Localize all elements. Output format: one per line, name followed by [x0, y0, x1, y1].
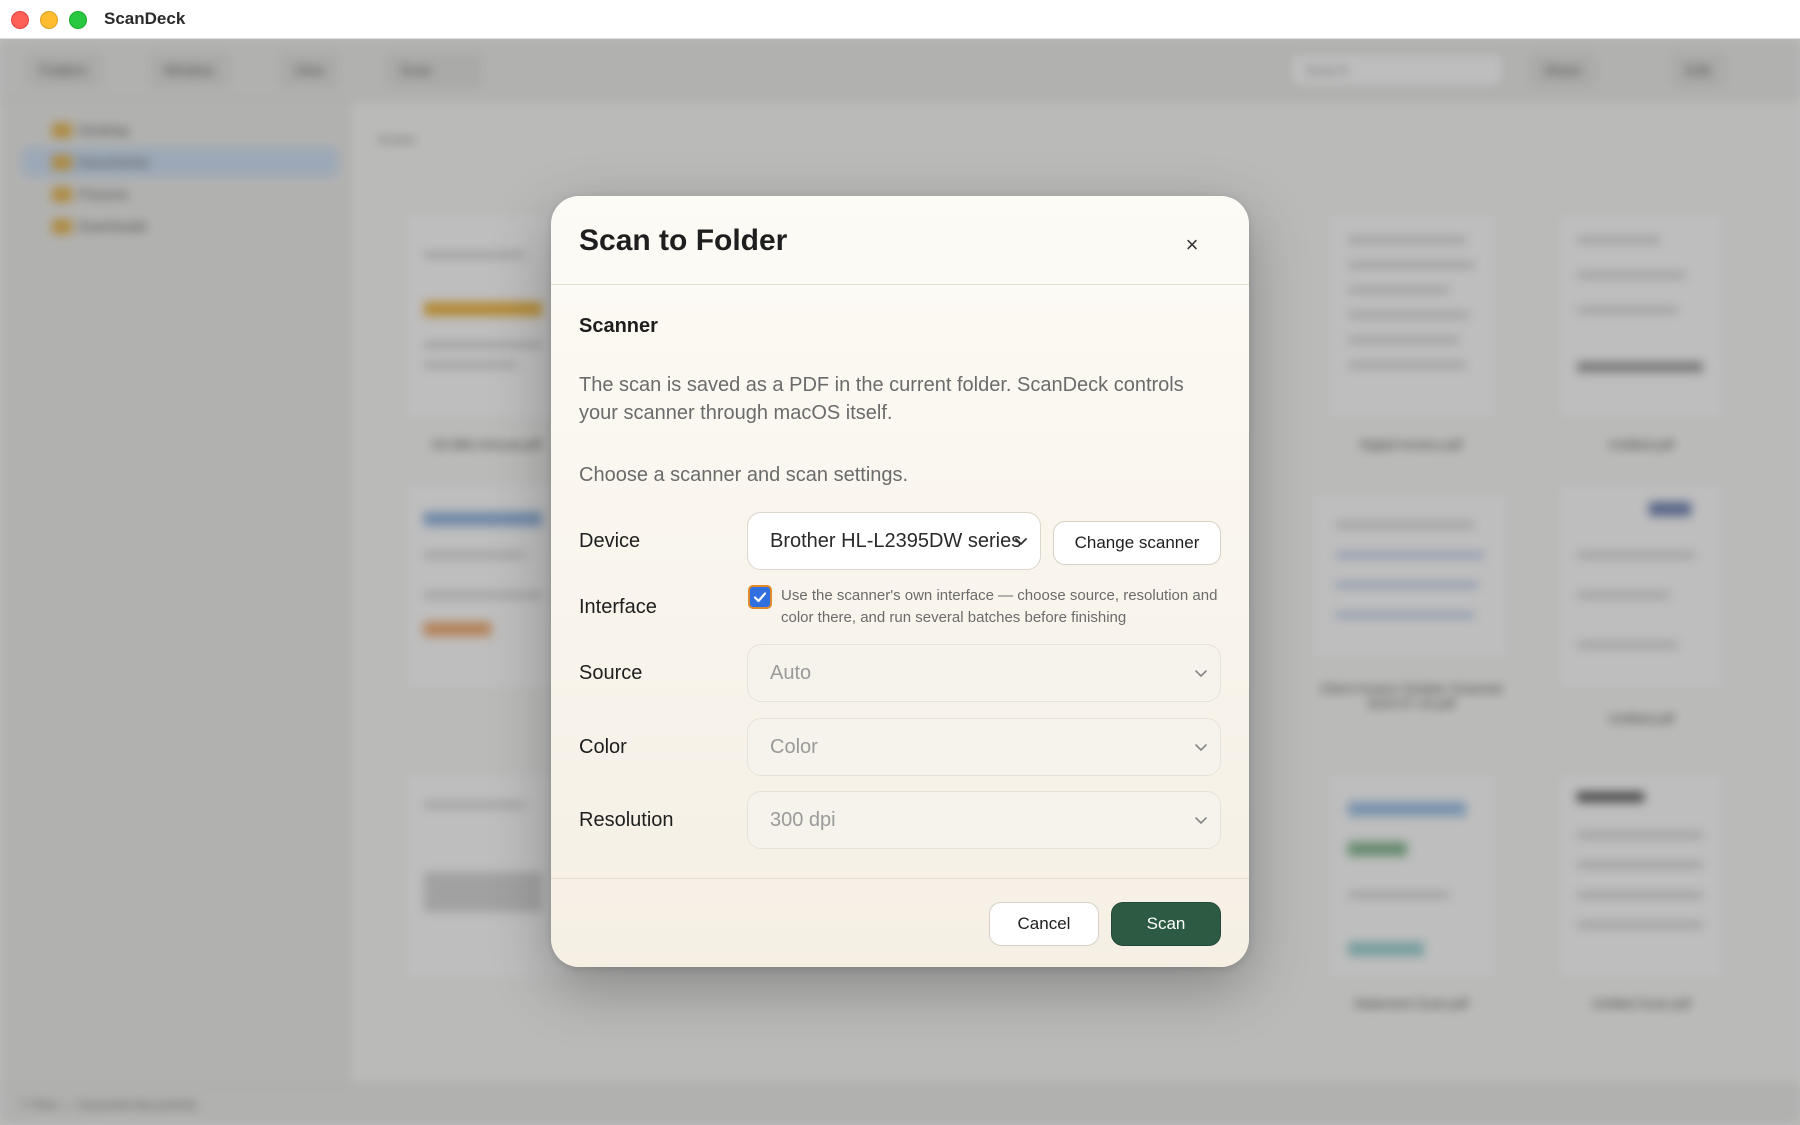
dialog-description: The scan is saved as a PDF in the curren… — [579, 374, 1184, 424]
interface-label: Interface — [579, 596, 657, 618]
chevron-down-icon — [1015, 538, 1027, 545]
device-select[interactable]: Brother HL-L2395DW series — [747, 512, 1041, 570]
cancel-button[interactable]: Cancel — [989, 902, 1099, 946]
source-select[interactable]: Auto — [747, 644, 1221, 702]
window-titlebar: ScanDeck — [0, 0, 1800, 39]
resolution-label: Resolution — [579, 809, 674, 831]
resolution-select[interactable]: 300 dpi — [747, 791, 1221, 849]
change-scanner-button[interactable]: Change scanner — [1053, 521, 1221, 565]
chevron-down-icon — [1195, 817, 1207, 824]
footer-divider — [551, 878, 1249, 879]
chevron-down-icon — [1195, 670, 1207, 677]
source-label: Source — [579, 662, 643, 684]
color-label: Color — [579, 736, 627, 758]
scan-button[interactable]: Scan — [1111, 902, 1221, 946]
device-label: Device — [579, 530, 641, 552]
dialog-prompt: Choose a scanner and scan settings. — [579, 464, 909, 486]
checkmark-icon — [753, 592, 767, 603]
close-icon[interactable]: × — [1177, 230, 1207, 260]
chevron-down-icon — [1195, 744, 1207, 751]
app-title: ScanDeck — [104, 9, 186, 28]
source-value: Auto — [770, 662, 812, 684]
device-value: Brother HL-L2395DW series — [770, 530, 1022, 552]
resolution-value: 300 dpi — [770, 809, 836, 831]
dialog-title: Scan to Folder — [579, 224, 788, 257]
scan-dialog: Scan to Folder × Scanner The scan is sav… — [551, 196, 1249, 967]
zoom-window-button[interactable] — [69, 11, 87, 29]
interface-checkbox[interactable] — [748, 585, 772, 609]
minimize-window-button[interactable] — [40, 11, 58, 29]
color-select[interactable]: Color — [747, 718, 1221, 776]
header-divider — [551, 284, 1249, 285]
section-title: Scanner — [579, 315, 658, 337]
close-window-button[interactable] — [11, 11, 29, 29]
interface-description: Use the scanner's own interface — choose… — [781, 587, 1218, 626]
color-value: Color — [770, 736, 818, 758]
